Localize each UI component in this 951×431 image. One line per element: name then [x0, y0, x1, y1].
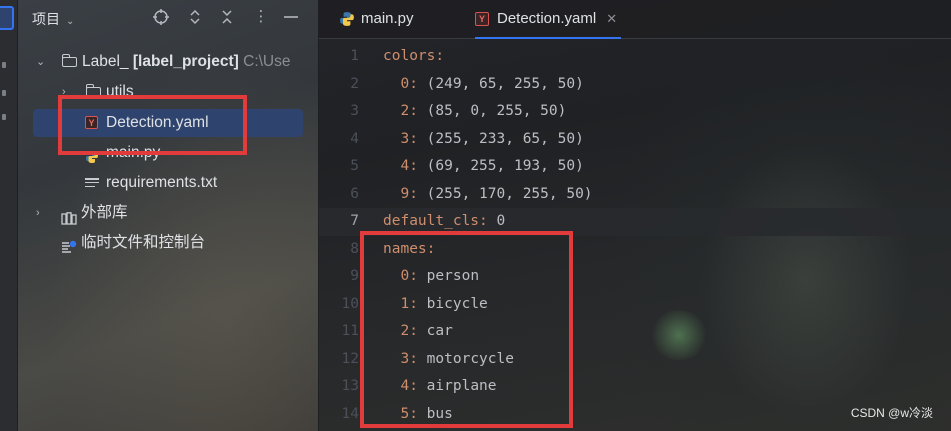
yaml-key: colors: — [383, 48, 445, 64]
yaml-file-icon: Y — [475, 12, 489, 26]
highlight-box-detection-file — [58, 95, 247, 155]
line-number: 7 — [350, 213, 359, 229]
text-file-icon — [85, 178, 99, 189]
editor-tab-bar: main.py Y Detection.yaml ✕ — [319, 0, 951, 39]
yaml-value: 0 — [487, 213, 506, 229]
yaml-value: (69, 255, 193, 50) — [417, 158, 584, 174]
line-number: 13 — [341, 378, 359, 394]
line-number: 9 — [350, 268, 359, 284]
chevron-right-icon[interactable]: › — [36, 199, 40, 227]
expand-all-icon[interactable] — [186, 8, 204, 26]
code-line[interactable]: 3 2: (85, 0, 255, 50) — [319, 98, 951, 126]
project-panel: 项目 ⌄ ⋮ ⌄ Label_ [label_project] C:\Use › … — [18, 0, 318, 431]
code-text: 2: (85, 0, 255, 50) — [383, 98, 566, 126]
close-icon[interactable]: ✕ — [606, 11, 617, 26]
tab-label: main.py — [361, 10, 414, 27]
tab-detection-yaml[interactable]: Y Detection.yaml ✕ — [475, 0, 622, 39]
line-number: 14 — [341, 405, 359, 422]
project-tool-icon[interactable] — [0, 6, 14, 30]
yaml-key: default_cls: — [383, 213, 488, 229]
tool-window-icon[interactable] — [2, 62, 6, 68]
tool-window-icon[interactable] — [2, 90, 6, 96]
folder-icon — [61, 54, 77, 67]
tree-item-scratches-consoles[interactable]: 临时文件和控制台 — [18, 229, 318, 257]
line-number: 12 — [341, 350, 359, 367]
tool-window-icon[interactable] — [2, 114, 6, 120]
project-panel-header: 项目 ⌄ ⋮ — [18, 0, 318, 36]
watermark: CSDN @w冷淡 — [850, 406, 933, 420]
tree-item-requirements[interactable]: requirements.txt — [18, 169, 318, 197]
yaml-value: (85, 0, 255, 50) — [417, 103, 567, 119]
library-icon — [61, 207, 77, 225]
yaml-key: 3: — [400, 130, 418, 147]
tree-item-external-libraries[interactable]: › 外部库 — [18, 199, 318, 227]
code-line[interactable]: 2 0: (249, 65, 255, 50) — [319, 71, 951, 99]
project-title: 项目 — [32, 11, 60, 27]
line-number: 11 — [341, 323, 359, 339]
tree-item-label: requirements.txt — [106, 174, 218, 191]
yaml-value: (255, 233, 65, 50) — [417, 130, 584, 147]
yaml-key: 9: — [400, 185, 418, 202]
code-text: 4: (69, 255, 193, 50) — [383, 153, 584, 181]
tree-item-root[interactable]: ⌄ Label_ [label_project] C:\Use — [18, 48, 318, 76]
root-path: C:\Use — [243, 53, 291, 70]
code-text: 0: (249, 65, 255, 50) — [383, 71, 584, 99]
locate-file-icon[interactable] — [152, 8, 170, 26]
code-text: colors: — [383, 43, 444, 71]
python-file-icon — [340, 12, 354, 26]
highlight-box-names — [360, 231, 573, 428]
line-number: 4 — [350, 130, 359, 147]
more-options-icon[interactable]: ⋮ — [252, 8, 270, 26]
code-text: 3: (255, 233, 65, 50) — [383, 126, 584, 154]
line-number: 6 — [350, 185, 359, 202]
line-number: 2 — [350, 75, 359, 92]
code-text: 9: (255, 170, 255, 50) — [383, 181, 593, 209]
yaml-value: (249, 65, 255, 50) — [417, 75, 584, 92]
code-line[interactable]: 6 9: (255, 170, 255, 50) — [319, 181, 951, 209]
tab-main-py[interactable]: main.py — [339, 0, 414, 38]
root-folder-name: Label_ — [82, 53, 129, 70]
code-line[interactable]: 5 4: (69, 255, 193, 50) — [319, 153, 951, 181]
scratches-icon — [61, 236, 77, 253]
chevron-down-icon: ⌄ — [66, 16, 75, 27]
project-view-selector[interactable]: 项目 ⌄ — [32, 9, 74, 29]
project-name: [label_project] — [132, 53, 239, 70]
yaml-key: 2: — [400, 103, 418, 119]
tree-item-label: 临时文件和控制台 — [81, 234, 206, 251]
tool-window-strip — [0, 0, 18, 431]
hide-panel-icon[interactable] — [282, 8, 300, 26]
yaml-value: (255, 170, 255, 50) — [417, 185, 593, 202]
line-number: 5 — [350, 158, 359, 174]
line-number: 8 — [350, 240, 359, 257]
line-number: 1 — [350, 48, 359, 64]
tab-label: Detection.yaml — [497, 10, 597, 27]
code-line[interactable]: 1 colors: — [319, 43, 951, 71]
line-number: 10 — [341, 295, 359, 312]
line-number: 3 — [350, 103, 359, 119]
chevron-down-icon[interactable]: ⌄ — [36, 48, 45, 76]
yaml-key: 4: — [400, 158, 418, 174]
tree-item-label: 外部库 — [81, 204, 128, 221]
yaml-key: 0: — [400, 75, 418, 92]
collapse-all-icon[interactable] — [218, 8, 236, 26]
code-line[interactable]: 4 3: (255, 233, 65, 50) — [319, 126, 951, 154]
